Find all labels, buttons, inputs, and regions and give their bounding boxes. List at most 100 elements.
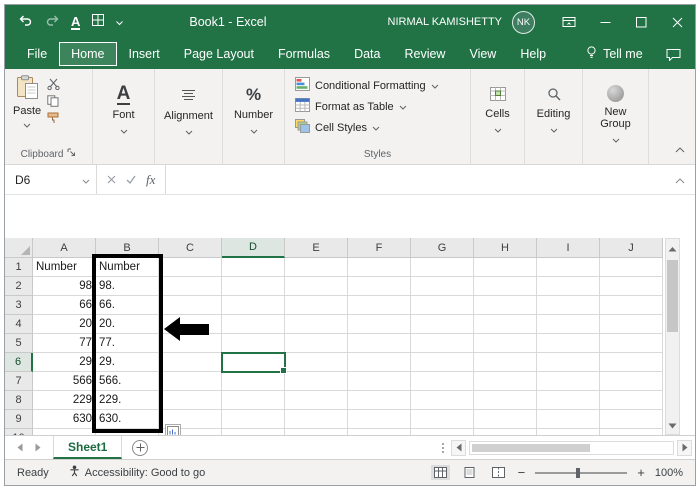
cell-G2[interactable]: [411, 277, 474, 296]
cell-D4[interactable]: [222, 315, 285, 334]
maximize-button[interactable]: [623, 5, 659, 39]
cell-J2[interactable]: [600, 277, 663, 296]
column-header-H[interactable]: H: [474, 238, 537, 258]
tab-formulas[interactable]: Formulas: [266, 42, 342, 66]
cell-D8[interactable]: [222, 391, 285, 410]
cell-A1[interactable]: Number: [33, 258, 96, 277]
cell-A5[interactable]: 77: [33, 334, 96, 353]
name-box-dropdown-icon[interactable]: [82, 173, 90, 187]
cell-H1[interactable]: [474, 258, 537, 277]
cell-F7[interactable]: [348, 372, 411, 391]
zoom-slider[interactable]: [535, 467, 628, 478]
column-header-F[interactable]: F: [348, 238, 411, 258]
cell-E9[interactable]: [285, 410, 348, 429]
scroll-up-icon[interactable]: [668, 239, 677, 257]
zoom-level[interactable]: 100%: [655, 467, 683, 479]
format-as-table-button[interactable]: Format as Table: [293, 96, 462, 117]
collapse-ribbon-icon[interactable]: [675, 140, 685, 158]
minimize-button[interactable]: [587, 5, 623, 39]
alignment-group-button[interactable]: Alignment: [155, 69, 223, 164]
sheet-tab-sheet1[interactable]: Sheet1: [53, 436, 123, 459]
cell-H5[interactable]: [474, 334, 537, 353]
cell-H3[interactable]: [474, 296, 537, 315]
cell-C7[interactable]: [159, 372, 222, 391]
cell-J10[interactable]: [600, 429, 663, 435]
column-header-I[interactable]: I: [537, 238, 600, 258]
cell-I2[interactable]: [537, 277, 600, 296]
cell-J7[interactable]: [600, 372, 663, 391]
column-header-J[interactable]: J: [600, 238, 663, 258]
conditional-formatting-button[interactable]: Conditional Formatting: [293, 75, 462, 96]
comments-icon[interactable]: [666, 48, 681, 61]
avatar[interactable]: NK: [512, 10, 535, 34]
page-break-view-icon[interactable]: [489, 465, 508, 480]
editing-group-button[interactable]: Editing: [525, 69, 583, 164]
cell-J6[interactable]: [600, 353, 663, 372]
cell-E3[interactable]: [285, 296, 348, 315]
cell-E1[interactable]: [285, 258, 348, 277]
tab-file[interactable]: File: [15, 42, 59, 66]
cell-D1[interactable]: [222, 258, 285, 277]
copy-icon[interactable]: [47, 95, 60, 107]
cell-I7[interactable]: [537, 372, 600, 391]
cell-I8[interactable]: [537, 391, 600, 410]
zoom-in-button[interactable]: +: [637, 465, 645, 480]
cell-G4[interactable]: [411, 315, 474, 334]
new-group-button[interactable]: New Group: [583, 69, 649, 164]
row-header-8[interactable]: 8: [5, 391, 33, 410]
cell-I1[interactable]: [537, 258, 600, 277]
cell-F6[interactable]: [348, 353, 411, 372]
cell-D2[interactable]: [222, 277, 285, 296]
cell-F4[interactable]: [348, 315, 411, 334]
cell-G10[interactable]: [411, 429, 474, 435]
cell-A3[interactable]: 66: [33, 296, 96, 315]
hscroll-right-icon[interactable]: [677, 439, 692, 456]
paste-button[interactable]: Paste: [13, 75, 41, 146]
close-button[interactable]: [659, 5, 695, 39]
cell-A10[interactable]: [33, 429, 96, 435]
cell-H6[interactable]: [474, 353, 537, 372]
undo-icon[interactable]: [19, 13, 33, 31]
cell-E2[interactable]: [285, 277, 348, 296]
vertical-scrollbar[interactable]: [665, 238, 680, 435]
normal-view-icon[interactable]: [430, 465, 450, 480]
row-header-1[interactable]: 1: [5, 258, 33, 277]
horizontal-scrollbar[interactable]: [469, 440, 674, 455]
row-header-3[interactable]: 3: [5, 296, 33, 315]
accessibility-status[interactable]: Accessibility: Good to go: [69, 465, 205, 480]
row-header-9[interactable]: 9: [5, 410, 33, 429]
column-header-E[interactable]: E: [285, 238, 348, 258]
cell-G8[interactable]: [411, 391, 474, 410]
cell-C6[interactable]: [159, 353, 222, 372]
underline-icon[interactable]: A: [71, 15, 81, 30]
column-header-A[interactable]: A: [33, 238, 96, 258]
format-painter-icon[interactable]: [47, 112, 60, 124]
cell-G9[interactable]: [411, 410, 474, 429]
cell-D10[interactable]: [222, 429, 285, 435]
horizontal-scroll-thumb[interactable]: [472, 443, 590, 452]
cell-G7[interactable]: [411, 372, 474, 391]
select-all-button[interactable]: [5, 238, 33, 258]
cell-C8[interactable]: [159, 391, 222, 410]
cell-J9[interactable]: [600, 410, 663, 429]
cell-C1[interactable]: [159, 258, 222, 277]
row-header-6[interactable]: 6: [5, 353, 33, 372]
cell-E5[interactable]: [285, 334, 348, 353]
cell-I9[interactable]: [537, 410, 600, 429]
fill-options-button[interactable]: [165, 424, 181, 435]
user-name[interactable]: NIRMAL KAMISHETTY: [388, 16, 503, 28]
enter-icon[interactable]: [126, 173, 136, 187]
cell-J1[interactable]: [600, 258, 663, 277]
row-header-7[interactable]: 7: [5, 372, 33, 391]
cell-F8[interactable]: [348, 391, 411, 410]
cells-group-button[interactable]: Cells: [471, 69, 525, 164]
qat-customize-icon[interactable]: [116, 13, 124, 31]
cell-F1[interactable]: [348, 258, 411, 277]
cell-G5[interactable]: [411, 334, 474, 353]
cell-I6[interactable]: [537, 353, 600, 372]
cell-F9[interactable]: [348, 410, 411, 429]
cancel-icon[interactable]: [107, 173, 116, 187]
cell-C2[interactable]: [159, 277, 222, 296]
tab-insert[interactable]: Insert: [117, 42, 172, 66]
ribbon-display-options-icon[interactable]: [551, 5, 587, 39]
